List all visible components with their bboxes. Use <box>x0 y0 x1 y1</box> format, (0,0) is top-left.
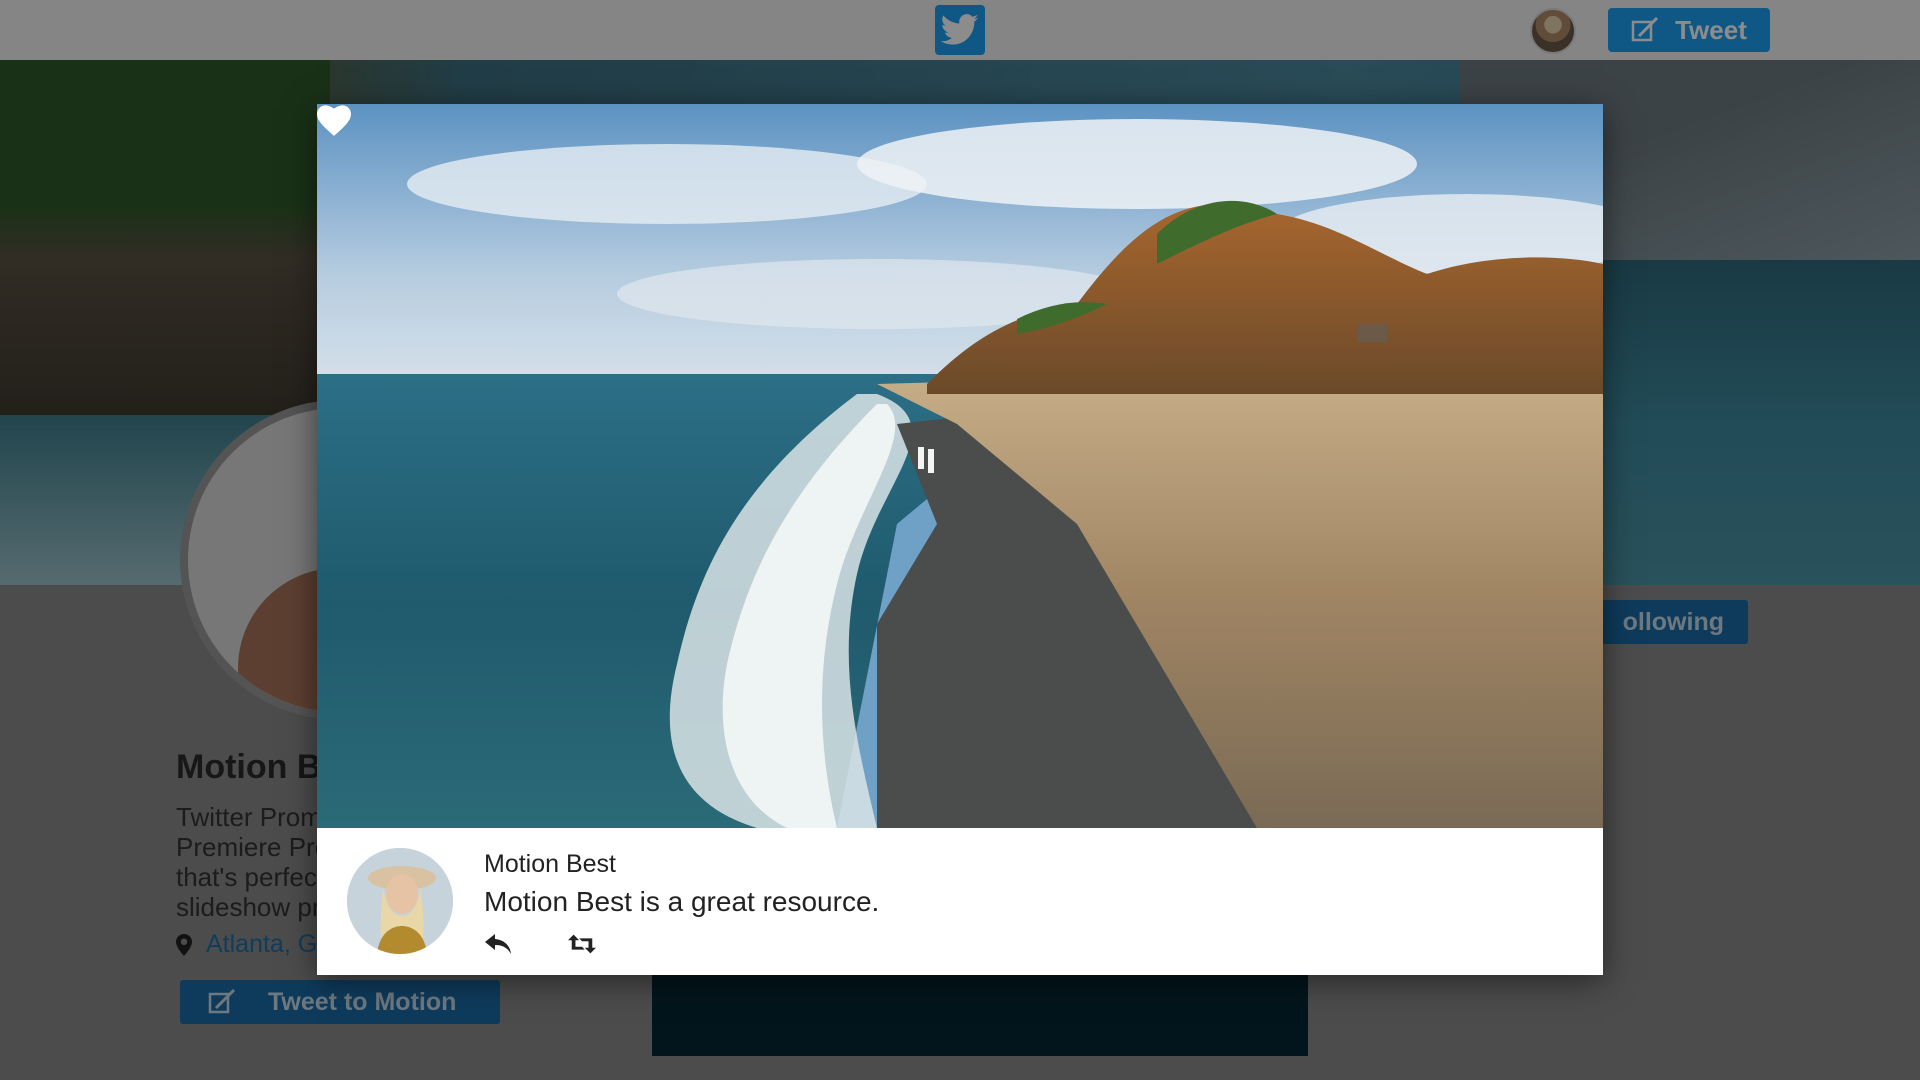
author-avatar[interactable] <box>347 848 453 954</box>
reply-icon <box>485 934 511 954</box>
tweet-details: Motion Best Motion Best is a great resou… <box>317 828 1603 975</box>
retweet-icon <box>568 934 596 954</box>
page: Tweet Motion B Twitter Prom Premiere Pro… <box>0 0 1920 1080</box>
retweet-button[interactable] <box>568 932 596 956</box>
media-modal: Motion Best Motion Best is a great resou… <box>317 104 1603 975</box>
tweet-actions <box>484 932 596 956</box>
beach-photo <box>317 104 1603 828</box>
reply-button[interactable] <box>484 932 512 956</box>
heart-icon[interactable] <box>317 104 351 138</box>
author-name[interactable]: Motion Best <box>484 850 616 879</box>
tweet-text: Motion Best is a great resource. <box>484 886 880 917</box>
